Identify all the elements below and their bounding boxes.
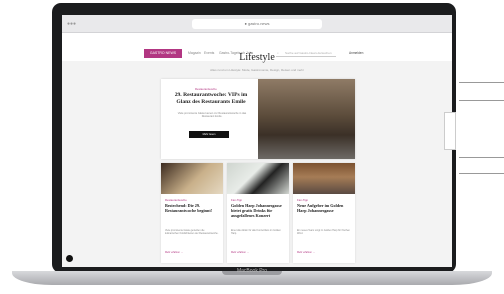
card-image [161,163,223,194]
divider [459,100,504,101]
card-image [293,163,355,194]
share-sidebar[interactable] [444,112,456,150]
card-body: Viele prominente Gäste genießen die kuli… [165,229,219,235]
hero-image [258,79,355,159]
hero-button[interactable]: Mehr lesen [189,131,229,138]
card-tag: Fan-Tipp [297,198,309,202]
divider [459,157,504,158]
card-title: Golden Harp Johannesgasse bietet gratis … [231,203,282,218]
hero-body: Viele prominente Gäste kamen zur Restaur… [177,112,247,119]
article-card[interactable]: Fan-Tipp Golden Harp Johannesgasse biete… [227,163,289,263]
screen: ●●● ● gastro.news GASTRO NEWS Magazin Ev… [62,15,452,267]
card-body: Eine tolle Aktion für alle Konzertfans i… [231,229,281,235]
url-bar[interactable]: ● gastro.news [192,19,322,29]
card-image [227,163,289,194]
card-tag: Restaurantwoche [165,198,187,202]
macbook-photo: ●●● ● gastro.news GASTRO NEWS Magazin Ev… [0,0,504,294]
card-more-link[interactable]: Mehr erfahren → [165,251,183,254]
browser-chrome: ●●● ● gastro.news [62,15,452,33]
chat-button[interactable] [66,255,73,262]
hero-title: 29. Restaurantwoche: VIPs im Glanz des R… [174,92,248,105]
page-title: Lifestyle [239,52,275,63]
article-card[interactable]: Restaurantwoche Bestechend: Die 29. Rest… [161,163,223,263]
card-more-link[interactable]: Mehr erfahren → [231,251,249,254]
divider [459,173,504,174]
card-title: Neue Aufgeber im Golden Harp Johannesgas… [297,203,344,213]
traffic-lights: ●●● [67,21,77,27]
card-tag: Fan-Tipp [231,198,243,202]
card-more-link[interactable]: Mehr erfahren → [297,251,315,254]
card-title: Bestechend: Die 29. Restaurantwoche begi… [165,203,213,213]
device-label: MacBook Pro [236,268,267,274]
page-subtitle: Alles rund um Lifestyle: Mode, Gastronom… [210,68,304,72]
hero-tag: Restaurantwoche [195,87,217,91]
featured-article[interactable]: Restaurantwoche 29. Restaurantwoche: VIP… [161,79,355,159]
article-card[interactable]: Fan-Tipp Neue Aufgeber im Golden Harp Jo… [293,163,355,263]
card-body: Ein neues Team sorgt im Golden Harp für … [297,229,350,235]
divider [459,82,504,83]
